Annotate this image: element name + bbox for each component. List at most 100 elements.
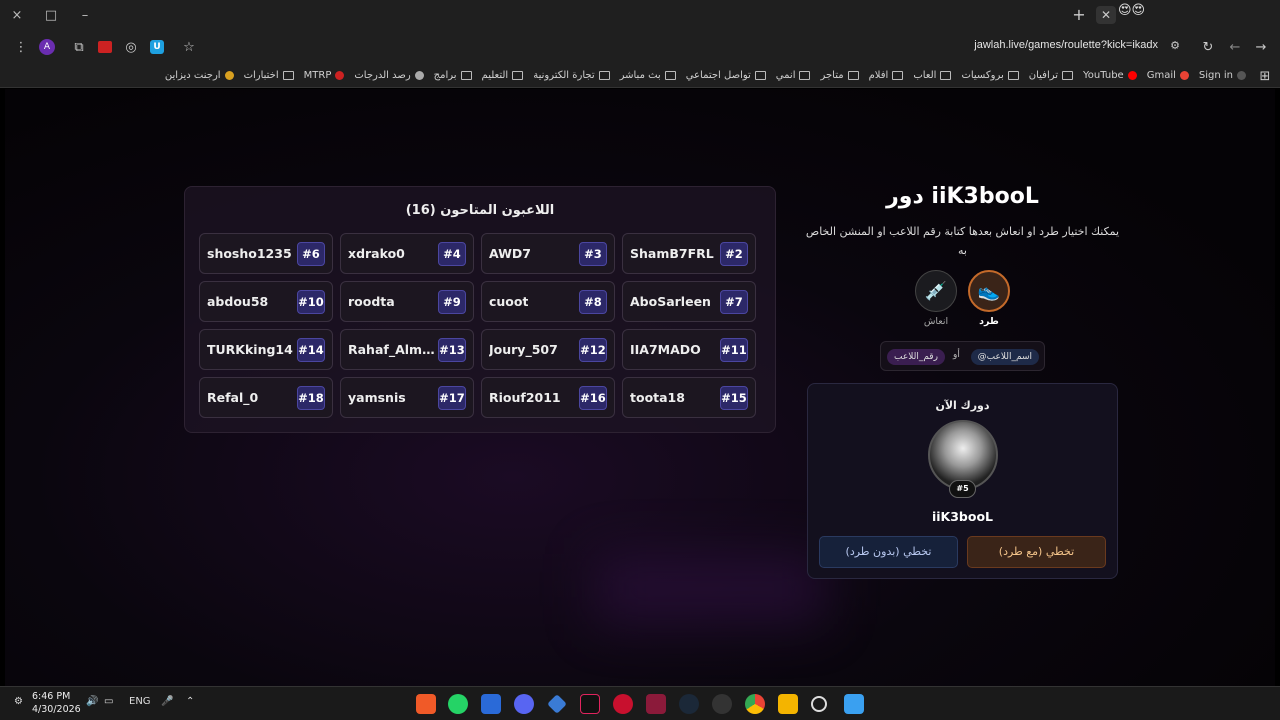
folder-icon bbox=[598, 71, 610, 80]
bookmarks-bar: ارجنت ديزاين اختبارات MTRP رصد الدرجات برامج… bbox=[0, 64, 1280, 88]
address-bar[interactable]: jawlah.live/games/roulette?kick=ikadx ⚙ bbox=[226, 36, 1190, 58]
player-card[interactable]: IIA7MADO #11 bbox=[622, 329, 756, 370]
display-icon[interactable]: ▭ bbox=[104, 696, 113, 707]
player-card[interactable]: AboSarleen #7 bbox=[622, 281, 756, 322]
minimize-window-icon[interactable]: – bbox=[68, 0, 102, 30]
bookmark-item[interactable]: رصد الدرجات bbox=[354, 70, 424, 81]
start-menu-icon[interactable] bbox=[844, 694, 864, 714]
app-diamond-icon[interactable] bbox=[547, 694, 567, 714]
apps-grid-icon[interactable]: ⊞ bbox=[1252, 65, 1278, 87]
bookmark-item[interactable]: Sign in bbox=[1199, 70, 1246, 81]
player-card[interactable]: Refal_0 #18 bbox=[199, 377, 333, 418]
back-icon[interactable]: ← bbox=[1222, 36, 1248, 58]
bookmark-item[interactable]: افلام bbox=[869, 70, 904, 81]
chrome-icon[interactable] bbox=[745, 694, 765, 714]
settings-icon[interactable]: ⚙ bbox=[14, 696, 23, 707]
player-card[interactable]: Riouf2011 #16 bbox=[481, 377, 615, 418]
bookmark-item[interactable]: بروكسيات bbox=[961, 70, 1019, 81]
current-turn-title: دورك الآن bbox=[935, 399, 990, 412]
clock-time: 6:46 PM bbox=[32, 691, 71, 702]
player-card[interactable]: yamsnis #17 bbox=[340, 377, 474, 418]
forward-icon[interactable]: → bbox=[1248, 36, 1274, 58]
player-card[interactable]: Rahaf_Almu... #13 bbox=[340, 329, 474, 370]
microphone-icon[interactable]: 🎤 bbox=[161, 696, 173, 707]
bookmark-item[interactable]: ترافيان bbox=[1028, 70, 1074, 81]
player-card[interactable]: Joury_507 #12 bbox=[481, 329, 615, 370]
extension-red-icon[interactable] bbox=[92, 36, 118, 58]
player-number-badge: #12 bbox=[579, 338, 607, 362]
url-text: jawlah.live/games/roulette?kick=ikadx bbox=[974, 39, 1158, 51]
close-window-icon[interactable]: × bbox=[0, 0, 34, 30]
discord-icon[interactable] bbox=[514, 694, 534, 714]
menu-icon[interactable]: ⋮ bbox=[8, 36, 34, 58]
language-indicator[interactable]: ENG bbox=[129, 696, 151, 707]
bookmark-item[interactable]: برامج bbox=[434, 70, 472, 81]
app-circle-icon[interactable] bbox=[712, 694, 732, 714]
steam-icon[interactable] bbox=[679, 694, 699, 714]
clock-date: 4/30/2026 bbox=[32, 704, 81, 715]
bookmark-item[interactable]: MTRP bbox=[304, 70, 345, 81]
bookmark-item[interactable]: متاجر bbox=[820, 70, 859, 81]
bookmark-item[interactable]: YouTube bbox=[1083, 70, 1137, 81]
bookmark-label: ارجنت ديزاين bbox=[164, 70, 221, 81]
player-name: IIA7MADO bbox=[630, 342, 701, 357]
player-card[interactable]: shosho1235 #6 bbox=[199, 233, 333, 274]
player-card[interactable]: AWD7 #3 bbox=[481, 233, 615, 274]
revive-label: انعاش bbox=[923, 316, 949, 327]
player-card[interactable]: TURKking14 #14 bbox=[199, 329, 333, 370]
tray-overflow-icon[interactable]: ⌃ bbox=[186, 696, 194, 707]
player-name: yamsnis bbox=[348, 390, 406, 405]
tiktok-icon[interactable] bbox=[580, 694, 600, 714]
player-card[interactable]: ShamB7FRL #2 bbox=[622, 233, 756, 274]
whatsapp-icon[interactable] bbox=[448, 694, 468, 714]
gmail-icon bbox=[1179, 71, 1189, 80]
bookmark-item[interactable]: تواصل اجتماعي bbox=[686, 70, 766, 81]
player-card[interactable]: abdou58 #10 bbox=[199, 281, 333, 322]
player-name: Refal_0 bbox=[207, 390, 259, 405]
site-settings-icon[interactable]: ⚙ bbox=[1170, 39, 1180, 52]
bookmark-item[interactable]: Gmail bbox=[1147, 70, 1189, 81]
app-blue-icon[interactable] bbox=[481, 694, 501, 714]
volume-icon[interactable]: 🔊 bbox=[86, 696, 98, 707]
app-lambda-icon[interactable] bbox=[646, 694, 666, 714]
bookmark-item[interactable]: بث مباشر bbox=[620, 70, 676, 81]
number-pill: رقم_اللاعب bbox=[887, 349, 945, 365]
bookmark-item[interactable]: اختبارات bbox=[244, 70, 294, 81]
skip-without-kick-button[interactable]: تخطي (بدون طرد) bbox=[819, 536, 958, 568]
extension-u-icon[interactable]: U bbox=[144, 36, 170, 58]
maximize-window-icon[interactable]: □ bbox=[34, 0, 68, 30]
player-number-badge: #17 bbox=[438, 386, 466, 410]
app-red-icon[interactable] bbox=[613, 694, 633, 714]
player-name: AWD7 bbox=[489, 246, 531, 261]
bookmark-item[interactable]: انمي bbox=[776, 70, 811, 81]
bookmark-star-icon[interactable]: ☆ bbox=[176, 36, 202, 58]
player-name: AboSarleen bbox=[630, 294, 711, 309]
bookmark-item[interactable]: تجارة الكترونية bbox=[533, 70, 610, 81]
player-card[interactable]: toota18 #15 bbox=[622, 377, 756, 418]
new-tab-icon[interactable]: + bbox=[1069, 6, 1089, 24]
mtrp-icon bbox=[335, 71, 345, 80]
clock[interactable]: 6:46 PM 4/30/2026 bbox=[32, 690, 81, 716]
extensions-icon[interactable]: ⧉ bbox=[66, 36, 92, 58]
player-number-badge: #5 bbox=[949, 480, 976, 498]
profile-avatar[interactable]: A bbox=[34, 36, 60, 58]
player-card[interactable]: xdrako0 #4 bbox=[340, 233, 474, 274]
bookmark-item[interactable]: ارجنت ديزاين bbox=[165, 70, 234, 81]
player-card[interactable]: cuoot #8 bbox=[481, 281, 615, 322]
bookmark-item[interactable]: التعليم bbox=[482, 70, 524, 81]
bookmark-label: ترافيان bbox=[1028, 70, 1059, 81]
kick-action-button[interactable]: 👟 bbox=[968, 270, 1010, 312]
windows-taskbar: ⚙ 6:46 PM 4/30/2026 🔊 ▭ ENG 🎤 ⌃ bbox=[0, 686, 1280, 720]
tab-favicon-icon[interactable]: 😍😍 bbox=[1118, 3, 1158, 25]
bookmark-item[interactable]: العاب bbox=[913, 70, 952, 81]
reload-icon[interactable]: ↻ bbox=[1195, 36, 1221, 58]
revive-action-button[interactable]: 💉 bbox=[915, 270, 957, 312]
brave-icon[interactable] bbox=[416, 694, 436, 714]
extension-glasses-icon[interactable]: ◎ bbox=[118, 36, 144, 58]
skip-with-kick-button[interactable]: تخطي (مع طرد) bbox=[967, 536, 1106, 568]
player-name: Riouf2011 bbox=[489, 390, 561, 405]
file-explorer-icon[interactable] bbox=[778, 694, 798, 714]
player-card[interactable]: roodta #9 bbox=[340, 281, 474, 322]
search-icon[interactable] bbox=[811, 696, 827, 712]
close-tab-icon[interactable]: ✕ bbox=[1096, 6, 1116, 24]
